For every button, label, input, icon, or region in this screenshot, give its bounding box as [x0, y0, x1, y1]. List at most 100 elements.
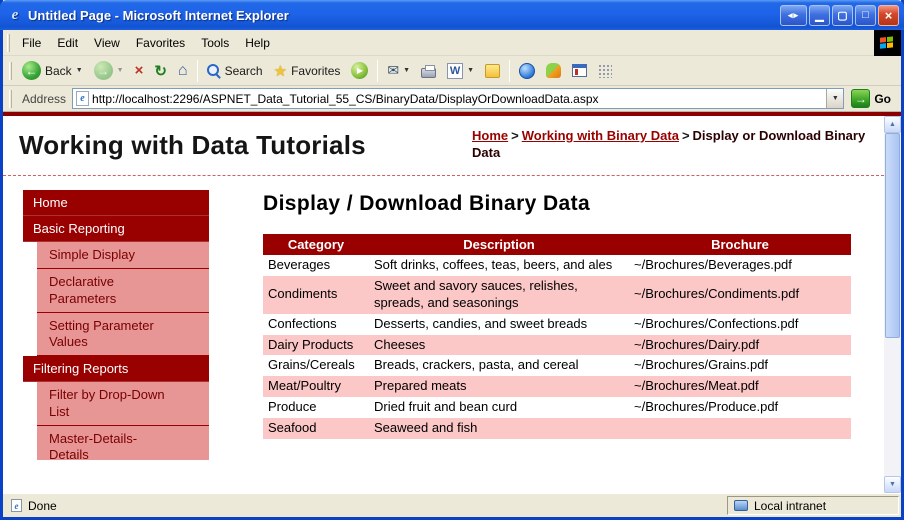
pan-buttons-icon[interactable]: ◂▸	[780, 5, 807, 26]
site-header: Working with Data Tutorials Home>Working…	[3, 116, 884, 176]
cell-description: Cheeses	[369, 335, 629, 356]
research-button[interactable]	[567, 62, 592, 79]
go-label: Go	[874, 92, 891, 106]
cell-description: Soft drinks, coffees, teas, beers, and a…	[369, 255, 629, 276]
windows-flag-icon	[880, 36, 895, 51]
restore-button[interactable]: ▢	[832, 5, 853, 26]
browse-web-button[interactable]	[514, 61, 540, 81]
browser-window: e Untitled Page - Microsoft Internet Exp…	[0, 0, 904, 520]
cell-brochure: ~/Brochures/Produce.pdf	[629, 397, 851, 418]
discuss-icon	[485, 64, 500, 78]
sidebar-item-master-details-details[interactable]: Master-Details-Details	[37, 426, 209, 460]
cell-description: Breads, crackers, pasta, and cereal	[369, 355, 629, 376]
go-button[interactable]: → Go	[848, 89, 897, 108]
home-button[interactable]: ⌂	[173, 60, 193, 82]
brochure-table: Category Description Brochure Beverages …	[263, 234, 851, 439]
sidebar-item-simple-display[interactable]: Simple Display	[37, 242, 209, 269]
table-row: Seafood Seaweed and fish	[263, 418, 851, 439]
print-icon	[421, 68, 436, 78]
minimize-button[interactable]: ▁	[809, 5, 830, 26]
column-header-category: Category	[263, 234, 369, 255]
cell-description: Dried fruit and bean curd	[369, 397, 629, 418]
cell-brochure: ~/Brochures/Condiments.pdf	[629, 276, 851, 314]
zone-text: Local intranet	[754, 499, 826, 513]
menu-file[interactable]: File	[14, 32, 49, 54]
maximize-button[interactable]: □	[855, 5, 876, 26]
close-button[interactable]: ×	[878, 5, 899, 26]
breadcrumb-separator: >	[508, 128, 522, 143]
links-button[interactable]	[593, 62, 617, 80]
sidebar-item-basic-reporting[interactable]: Basic Reporting	[23, 216, 209, 242]
breadcrumb-link-home[interactable]: Home	[472, 128, 508, 143]
cell-brochure: ~/Brochures/Confections.pdf	[629, 314, 851, 335]
window-title: Untitled Page - Microsoft Internet Explo…	[28, 8, 780, 23]
edit-with-word-button[interactable]: W ▼	[442, 61, 479, 81]
address-field[interactable]: e ▼	[72, 88, 844, 109]
breadcrumb-separator: >	[679, 128, 693, 143]
table-row: Grains/Cereals Breads, crackers, pasta, …	[263, 355, 851, 376]
address-dropdown-button[interactable]: ▼	[826, 89, 843, 108]
toolbar-grip[interactable]	[9, 62, 12, 80]
web-page: Working with Data Tutorials Home>Working…	[3, 116, 884, 493]
scrollbar-thumb[interactable]	[885, 133, 900, 338]
address-label: Address	[20, 92, 68, 106]
go-arrow-icon: →	[851, 89, 870, 108]
addressbar-grip[interactable]	[9, 90, 12, 108]
cell-category: Beverages	[263, 255, 369, 276]
menubar-grip[interactable]	[7, 34, 10, 52]
discuss-button[interactable]	[480, 62, 505, 80]
search-button[interactable]: Search	[202, 62, 268, 80]
cell-brochure: ~/Brochures/Dairy.pdf	[629, 335, 851, 356]
media-button[interactable]: ▶	[346, 60, 373, 81]
sidebar-item-filter-by-drop-down-list[interactable]: Filter by Drop-Down List	[37, 382, 209, 426]
toolbar-separator	[509, 60, 510, 82]
content-row: Home Basic Reporting Simple Display Decl…	[3, 176, 884, 460]
scroll-up-button[interactable]: ▲	[884, 116, 901, 133]
messenger-icon	[546, 63, 561, 78]
address-input[interactable]	[89, 92, 826, 106]
search-icon	[207, 64, 221, 78]
breadcrumb-link-binary-data[interactable]: Working with Binary Data	[522, 128, 679, 143]
window-controls: ◂▸ ▁ ▢ □ ×	[780, 5, 899, 26]
refresh-button[interactable]: ↻	[149, 60, 172, 82]
status-bar: e Done Local intranet	[3, 493, 901, 517]
back-icon: ←	[22, 61, 41, 80]
messenger-button[interactable]	[541, 61, 566, 80]
title-bar[interactable]: e Untitled Page - Microsoft Internet Exp…	[0, 0, 904, 30]
word-icon: W	[447, 63, 463, 79]
mail-dropdown-icon[interactable]: ▼	[403, 67, 410, 74]
globe-icon	[519, 63, 535, 79]
menu-tools[interactable]: Tools	[193, 32, 237, 54]
scrollbar-track[interactable]	[884, 133, 901, 476]
menu-edit[interactable]: Edit	[49, 32, 86, 54]
cell-category: Produce	[263, 397, 369, 418]
back-button[interactable]: ← Back ▼	[17, 59, 88, 82]
print-button[interactable]	[416, 62, 441, 80]
sidebar-item-filtering-reports[interactable]: Filtering Reports	[23, 356, 209, 382]
table-header-row: Category Description Brochure	[263, 234, 851, 255]
vertical-scrollbar[interactable]: ▲ ▼	[884, 116, 901, 493]
cell-category: Dairy Products	[263, 335, 369, 356]
standard-toolbar: ← Back ▼ → ▼ × ↻ ⌂ Search ★ Favorites ▶	[3, 56, 901, 86]
intranet-zone-icon	[734, 500, 748, 511]
menu-help[interactable]: Help	[237, 32, 278, 54]
search-label: Search	[225, 64, 263, 78]
sidebar-item-setting-parameter-values[interactable]: Setting Parameter Values	[37, 313, 209, 357]
column-header-brochure: Brochure	[629, 234, 851, 255]
table-row: Confections Desserts, candies, and sweet…	[263, 314, 851, 335]
research-icon	[572, 64, 587, 77]
favorites-button[interactable]: ★ Favorites	[269, 60, 346, 82]
cell-category: Meat/Poultry	[263, 376, 369, 397]
stop-button[interactable]: ×	[130, 60, 149, 81]
back-dropdown-icon[interactable]: ▼	[76, 67, 83, 74]
media-icon: ▶	[351, 62, 368, 79]
menu-favorites[interactable]: Favorites	[128, 32, 193, 54]
mail-button[interactable]: ✉ ▼	[382, 60, 415, 81]
edit-dropdown-icon[interactable]: ▼	[467, 67, 474, 74]
scroll-down-button[interactable]: ▼	[884, 476, 901, 493]
menu-view[interactable]: View	[86, 32, 128, 54]
forward-button[interactable]: → ▼	[89, 59, 129, 82]
sidebar-item-home[interactable]: Home	[23, 190, 209, 216]
sidebar-item-declarative-parameters[interactable]: Declarative Parameters	[37, 269, 209, 313]
status-text: Done	[28, 499, 57, 513]
